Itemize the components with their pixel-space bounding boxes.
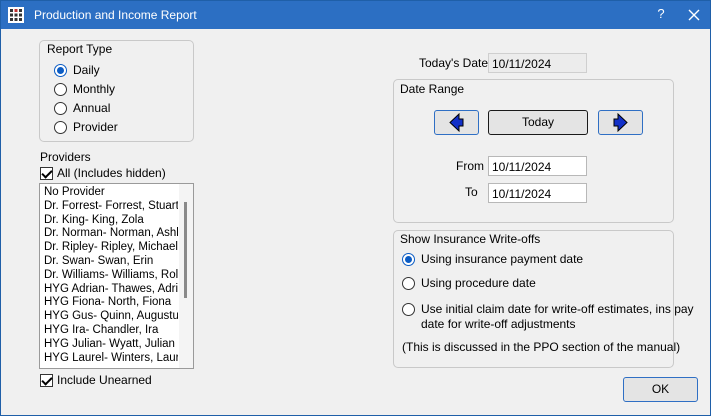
list-item[interactable]: HYG Ira- Chandler, Ira	[40, 324, 178, 338]
list-item[interactable]: HYG Laurel- Winters, Laure	[40, 352, 178, 366]
writeoffs-title: Show Insurance Write-offs	[400, 232, 541, 246]
help-button[interactable]: ?	[651, 6, 671, 24]
to-date-input[interactable]: 10/11/2024	[488, 183, 587, 203]
radio-label: Use initial claim date for write-off est…	[421, 302, 694, 316]
from-label: From	[456, 159, 484, 173]
radio-initial-claim-date[interactable]: Use initial claim date for write-off est…	[402, 301, 694, 317]
radio-annual[interactable]: Annual	[54, 100, 110, 116]
radio-label: Provider	[73, 120, 118, 134]
list-item[interactable]: HYG Gus- Quinn, Augustu	[40, 310, 178, 324]
from-date-input[interactable]: 10/11/2024	[488, 156, 587, 176]
right-arrow-icon	[613, 112, 628, 133]
list-item[interactable]: Dr. Williams- Williams, Rol	[40, 269, 178, 283]
radio-provider[interactable]: Provider	[54, 119, 118, 135]
checkbox-label: All (Includes hidden)	[57, 166, 166, 180]
list-item[interactable]: HYG Fiona- North, Fiona	[40, 296, 178, 310]
radio-indicator[interactable]	[54, 82, 67, 96]
ok-button[interactable]: OK	[623, 377, 698, 402]
to-label: To	[465, 185, 478, 199]
list-item[interactable]: No Provider	[40, 186, 178, 200]
today-button[interactable]: Today	[488, 110, 588, 135]
todays-date-field: 10/11/2024	[488, 53, 587, 73]
report-type-title: Report Type	[47, 42, 113, 56]
checkbox-indicator[interactable]	[40, 166, 53, 180]
report-window: Production and Income Report ? Report Ty…	[0, 0, 711, 416]
todays-date-label: Today's Date	[419, 56, 488, 70]
checkbox-label: Include Unearned	[57, 373, 152, 387]
list-item[interactable]: Dr. King- King, Zola	[40, 214, 178, 228]
radio-label: Using procedure date	[421, 276, 536, 290]
providers-scrollbar[interactable]	[179, 184, 193, 368]
dialog-body: Report Type Daily Monthly Annual Provide…	[1, 29, 710, 415]
radio-indicator[interactable]	[54, 101, 67, 115]
providers-list: No Provider Dr. Forrest- Forrest, Stuart…	[40, 186, 178, 365]
providers-listbox[interactable]: No Provider Dr. Forrest- Forrest, Stuart…	[39, 183, 194, 369]
radio-indicator[interactable]	[402, 252, 415, 266]
app-grid-icon	[8, 7, 24, 23]
radio-monthly[interactable]: Monthly	[54, 81, 115, 97]
all-providers-checkbox[interactable]: All (Includes hidden)	[40, 165, 166, 181]
radio-indicator[interactable]	[54, 120, 67, 134]
close-button[interactable]	[683, 5, 705, 25]
radio-insurance-payment-date[interactable]: Using insurance payment date	[402, 251, 583, 267]
next-date-button[interactable]	[598, 110, 643, 135]
title-bar[interactable]: Production and Income Report ?	[1, 1, 710, 29]
list-item[interactable]: HYG Adrian- Thawes, Adria	[40, 283, 178, 297]
scroll-thumb[interactable]	[184, 202, 187, 298]
date-range-title: Date Range	[400, 82, 465, 96]
close-icon	[688, 9, 700, 21]
radio-indicator[interactable]	[54, 63, 67, 77]
list-item[interactable]: Dr. Ripley- Ripley, Michael	[40, 241, 178, 255]
list-item[interactable]: Dr. Forrest- Forrest, Stuart	[40, 200, 178, 214]
previous-date-button[interactable]	[434, 110, 479, 135]
radio-indicator[interactable]	[402, 302, 415, 316]
window-title: Production and Income Report	[34, 8, 197, 22]
radio-label-continued: date for write-off adjustments	[421, 317, 576, 331]
ppo-note: (This is discussed in the PPO section of…	[402, 340, 681, 354]
left-arrow-icon	[449, 112, 464, 133]
radio-procedure-date[interactable]: Using procedure date	[402, 275, 536, 291]
radio-daily[interactable]: Daily	[54, 62, 100, 78]
checkbox-indicator[interactable]	[40, 373, 53, 387]
include-unearned-checkbox[interactable]: Include Unearned	[40, 372, 152, 388]
list-item[interactable]: HYG Julian- Wyatt, Julian	[40, 338, 178, 352]
radio-label: Using insurance payment date	[421, 252, 584, 266]
list-item[interactable]: Dr. Swan- Swan, Erin	[40, 255, 178, 269]
radio-label: Monthly	[73, 82, 116, 96]
providers-label: Providers	[40, 150, 91, 164]
list-item[interactable]: Dr. Norman- Norman, Ashle	[40, 227, 178, 241]
radio-indicator[interactable]	[402, 276, 415, 290]
radio-label: Daily	[73, 63, 100, 77]
radio-label: Annual	[73, 101, 111, 115]
